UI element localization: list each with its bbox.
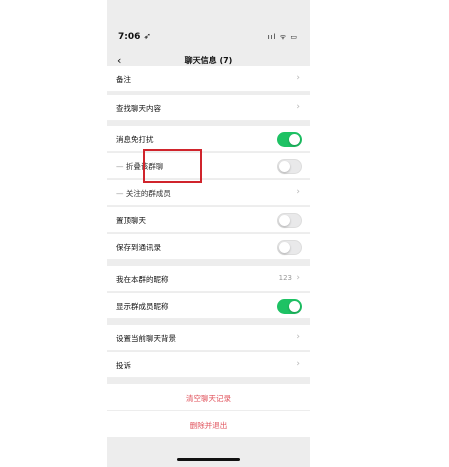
row-show-names: 显示群成员昵称 [107, 293, 310, 319]
clear-history-button[interactable]: 清空聊天记录 [107, 384, 310, 410]
row-report[interactable]: 投诉 › [107, 352, 310, 378]
chevron-right-icon: › [296, 102, 300, 112]
chevron-right-icon: › [296, 359, 300, 369]
show-names-toggle[interactable] [277, 299, 302, 314]
row-followed-members[interactable]: 关注的群成员 › [107, 180, 310, 206]
row-fold: 折叠该群聊 [107, 153, 310, 179]
mute-toggle[interactable] [277, 132, 302, 147]
row-pin-label: 置顶聊天 [116, 216, 146, 225]
row-my-alias[interactable]: 我在本群的昵称 123 › [107, 266, 310, 292]
toggle-knob [279, 161, 290, 172]
chevron-right-icon: › [296, 332, 300, 342]
toggle-knob [289, 301, 300, 312]
phone-screen: 7:06 ➶ ııl ᯤ ▭ ‹ 聊天信息 (7) 备注 › 查找聊天内容 › … [107, 0, 310, 467]
row-pin: 置顶聊天 [107, 207, 310, 233]
row-remark[interactable]: 备注 › [107, 66, 310, 92]
row-my-alias-label: 我在本群的昵称 [116, 275, 169, 284]
row-show-names-label: 显示群成员昵称 [116, 302, 169, 311]
status-time: 7:06 ➶ [118, 32, 152, 42]
row-mute-label: 消息免打扰 [116, 135, 154, 144]
pin-toggle[interactable] [277, 213, 302, 228]
row-background-label: 设置当前聊天背景 [116, 334, 176, 343]
save-contacts-toggle[interactable] [277, 240, 302, 255]
toggle-knob [289, 134, 300, 145]
fold-toggle[interactable] [277, 159, 302, 174]
chevron-right-icon: › [296, 73, 300, 83]
toggle-knob [279, 242, 290, 253]
delete-and-leave-button[interactable]: 删除并退出 [107, 411, 310, 437]
my-alias-value: 123 [278, 274, 292, 282]
row-report-label: 投诉 [116, 361, 131, 370]
page-title: 聊天信息 (7) [184, 56, 233, 65]
signal-wifi-battery-icon: ııl ᯤ ▭ [267, 33, 298, 41]
highlight-annotation-box [143, 149, 202, 183]
toggle-knob [279, 215, 290, 226]
row-search-history[interactable]: 查找聊天内容 › [107, 95, 310, 121]
status-bar: 7:06 ➶ ııl ᯤ ▭ [107, 0, 310, 52]
home-indicator [177, 458, 240, 461]
row-save-contacts-label: 保存到通讯录 [116, 243, 161, 252]
row-save-contacts: 保存到通讯录 [107, 234, 310, 260]
row-search-history-label: 查找聊天内容 [116, 104, 161, 113]
row-background[interactable]: 设置当前聊天背景 › [107, 325, 310, 351]
row-followed-label: 关注的群成员 [116, 188, 171, 199]
row-mute: 消息免打扰 [107, 126, 310, 152]
row-remark-label: 备注 [116, 75, 131, 84]
chevron-right-icon: › [296, 187, 300, 197]
chevron-right-icon: › [296, 273, 300, 283]
